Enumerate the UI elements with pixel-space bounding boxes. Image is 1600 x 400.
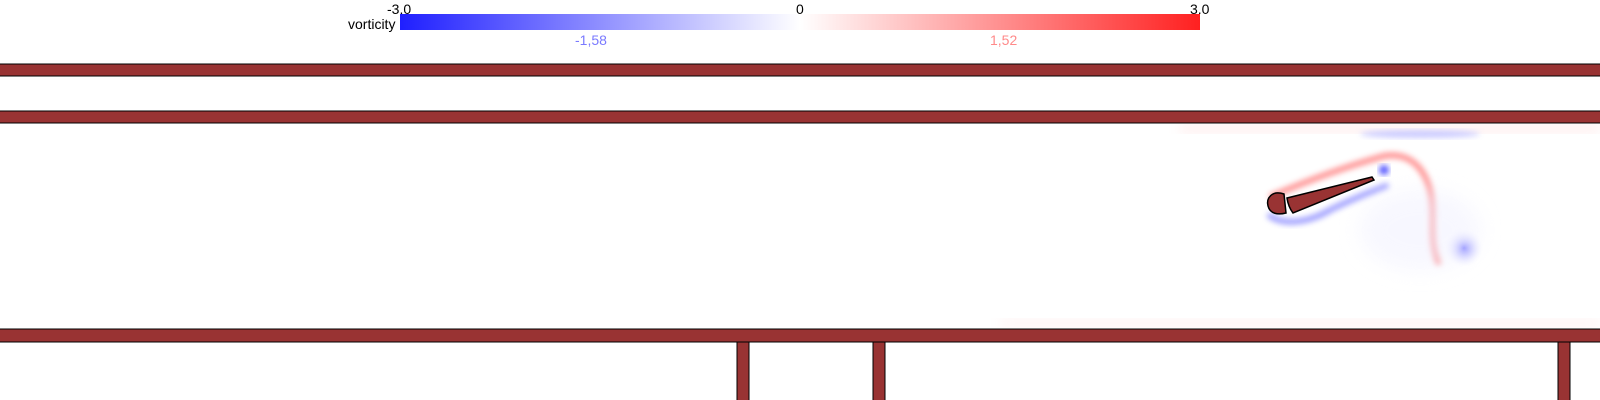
- vortex-structures: [1267, 152, 1484, 270]
- bottom-wall: [0, 328, 1600, 343]
- vorticity-visualization: vorticity -3.0 0 3.0 -1,58 1,52: [0, 0, 1600, 400]
- inner-top-wall: [0, 110, 1600, 124]
- support-post-middle: [872, 341, 886, 400]
- outer-top-wall: [0, 63, 1600, 77]
- foil-leading-edge: [1266, 192, 1287, 215]
- channel-walls: [0, 63, 1600, 400]
- support-post-left: [736, 341, 750, 400]
- flow-field: [0, 63, 1600, 400]
- support-post-right: [1557, 341, 1571, 400]
- wall-shear-layers: [1000, 126, 1600, 326]
- tip-vortex-core: [1379, 165, 1389, 175]
